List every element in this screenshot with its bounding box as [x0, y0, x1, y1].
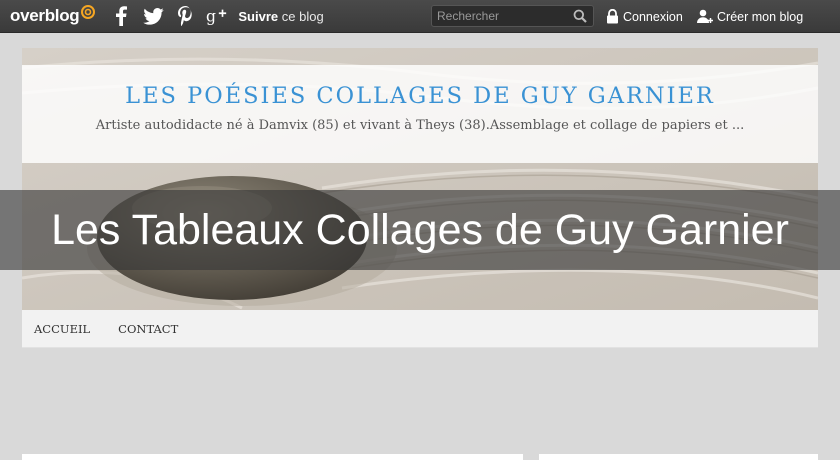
page-title: Les Tableaux Collages de Guy Garnier [51, 205, 789, 254]
search-input[interactable] [432, 9, 570, 23]
pinterest-icon[interactable] [174, 5, 196, 27]
google-plus-icon[interactable]: g [206, 5, 228, 27]
blog-title-box: LES POÉSIES COLLAGES DE GUY GARNIER Arti… [22, 65, 818, 163]
create-blog-link[interactable]: Créer mon blog [697, 0, 803, 33]
login-label: Connexion [623, 9, 683, 24]
create-blog-label: Créer mon blog [717, 9, 804, 24]
follow-blog-button[interactable]: Suivre ce blog [238, 9, 323, 24]
nav-item-contact[interactable]: CONTACT [118, 322, 178, 336]
lock-icon [607, 9, 618, 24]
login-link[interactable]: Connexion [606, 0, 683, 33]
follow-label-rest: ce blog [278, 8, 324, 24]
social-links: g [110, 5, 228, 27]
blog-title[interactable]: LES POÉSIES COLLAGES DE GUY GARNIER [22, 83, 818, 109]
search-icon[interactable] [570, 6, 590, 26]
page-title-overlay: Les Tableaux Collages de Guy Garnier [0, 190, 840, 270]
blog-nav: ACCUEIL CONTACT [22, 310, 818, 348]
overblog-topbar: overblog g Suivre ce blog Rechercher Con… [0, 0, 840, 33]
logo-text: overblog [10, 6, 80, 25]
sidebar-card [539, 454, 818, 460]
logo-swirl-icon [81, 5, 96, 19]
blog-header-banner: LES POÉSIES COLLAGES DE GUY GARNIER Arti… [22, 48, 818, 310]
blog-description: Artiste autodidacte né à Damvix (85) et … [95, 118, 745, 133]
twitter-icon[interactable] [142, 5, 164, 27]
overblog-logo[interactable]: overblog [10, 0, 96, 33]
search-box [431, 5, 594, 27]
add-user-icon [697, 9, 713, 23]
follow-label: Suivre [238, 8, 279, 24]
main-content-card [22, 454, 523, 460]
svg-text:g: g [206, 8, 216, 26]
nav-item-accueil[interactable]: ACCUEIL [34, 322, 90, 336]
facebook-icon[interactable] [110, 5, 132, 27]
